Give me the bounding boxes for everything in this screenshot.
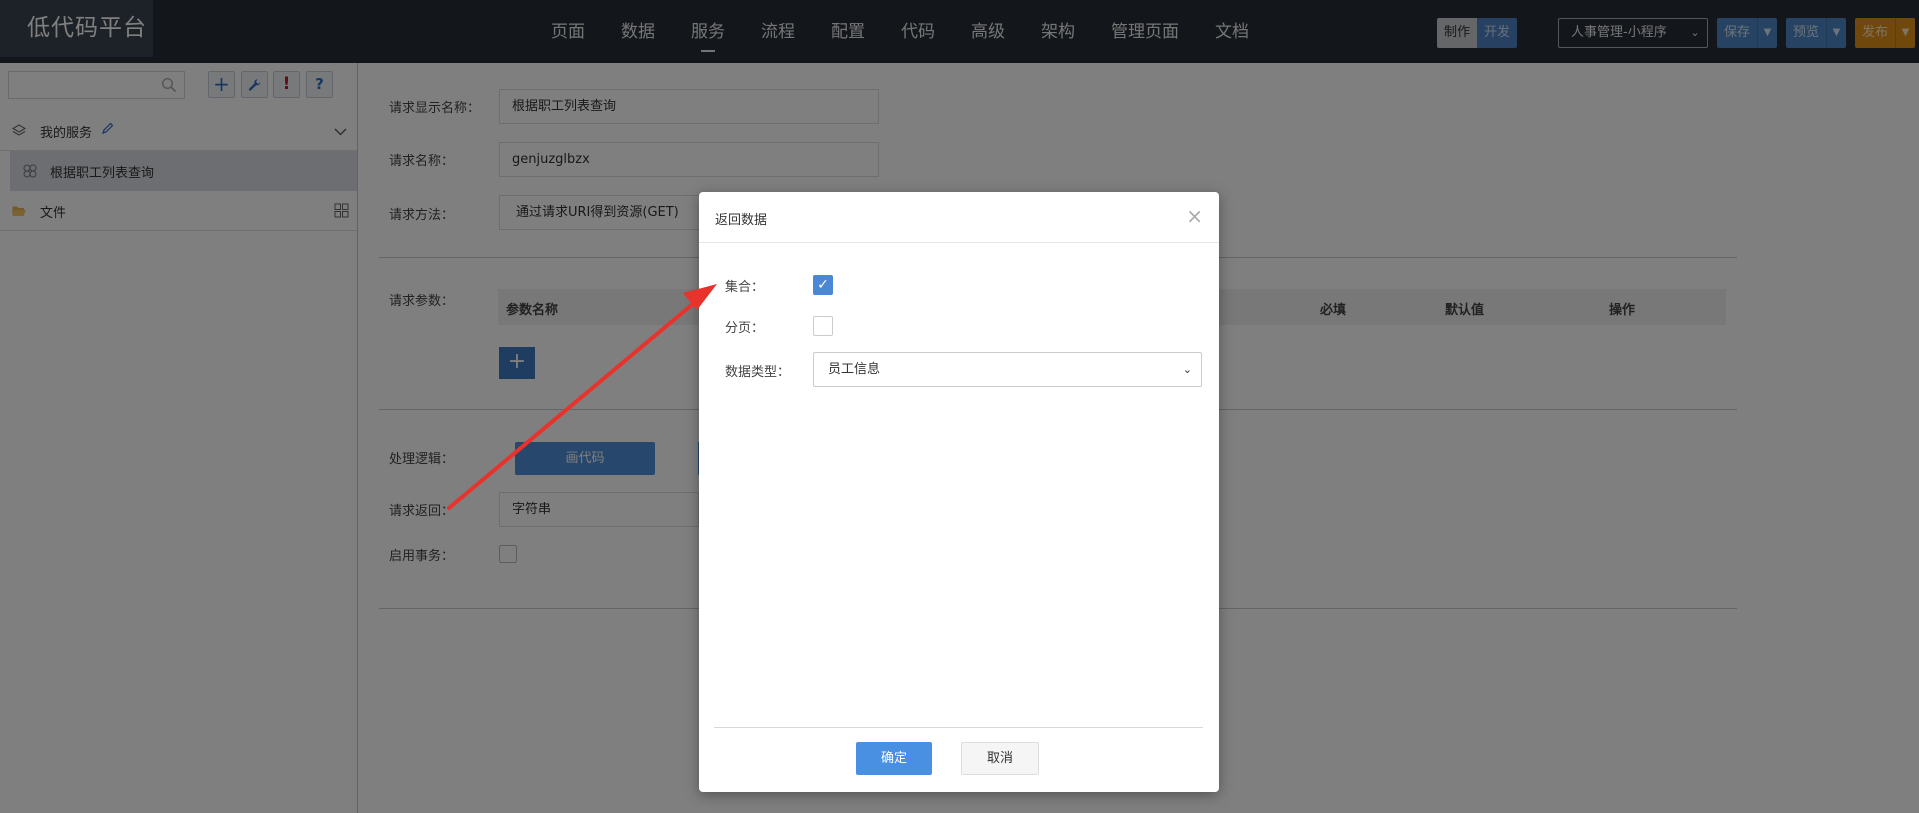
dialog-title: 返回数据	[715, 213, 768, 228]
cancel-button[interactable]: 取消	[961, 742, 1039, 775]
close-icon[interactable]: ×	[1186, 204, 1203, 228]
confirm-button[interactable]: 确定	[856, 742, 932, 775]
dialog-footer-divider	[714, 727, 1203, 728]
chevron-down-icon: ⌄	[1182, 363, 1192, 376]
dialog-header: 返回数据 ×	[699, 192, 1219, 243]
data-type-select[interactable]: 员工信息 ⌄	[813, 352, 1202, 387]
return-data-dialog: 返回数据 × 集合： ✓ 分页： 数据类型： 员工信息 ⌄ 确定 取消	[699, 192, 1219, 792]
collection-label: 集合：	[725, 280, 765, 295]
paging-label: 分页：	[725, 321, 765, 336]
data-type-value: 员工信息	[828, 362, 881, 377]
collection-checkbox[interactable]: ✓	[813, 275, 833, 295]
paging-checkbox[interactable]	[813, 316, 833, 336]
data-type-label: 数据类型：	[725, 365, 791, 380]
